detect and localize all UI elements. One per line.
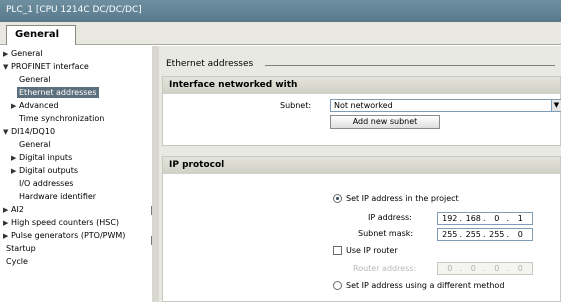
set-ip-different-method-label: Set IP address using a different method [346, 281, 505, 290]
sidebar-item-ethernet-addresses[interactable]: Ethernet addresses [17, 87, 99, 98]
router-octet: 0 [494, 264, 500, 273]
set-ip-in-project-label: Set IP address in the project [346, 194, 459, 203]
sidebar-item-label: Advanced [19, 101, 59, 110]
panel-title: Interface networked with [163, 77, 560, 94]
sidebar-item-digital-outputs[interactable]: ▶ Digital outputs [11, 165, 78, 176]
expand-icon[interactable]: ▶ [11, 101, 19, 112]
sidebar-item-label: Pulse generators (PTO/PWM) [11, 231, 126, 240]
sidebar-item-io-addresses[interactable]: I/O addresses [19, 178, 73, 189]
sidebar-item-label: High speed counters (HSC) [11, 218, 120, 227]
collapse-icon[interactable]: ▼ [3, 127, 11, 138]
subnet-label: Subnet: [280, 101, 312, 110]
ip-octet[interactable]: 192 [438, 213, 462, 224]
sidebar-item-cycle[interactable]: Cycle [6, 256, 28, 267]
chevron-down-icon[interactable]: ▼ [551, 100, 561, 111]
sidebar-item-profinet-interface[interactable]: ▼ PROFINET interface [3, 61, 89, 72]
sidebar-item-label: I/O addresses [19, 179, 74, 188]
sidebar-item-time-synchronization[interactable]: Time synchronization [19, 113, 104, 124]
sidebar-item-label: DI14/DQ10 [11, 127, 56, 136]
router-address-label: Router address: [353, 264, 417, 273]
sidebar-item-hsc[interactable]: ▶ High speed counters (HSC) [3, 217, 119, 228]
tab-strip: General [0, 22, 561, 45]
window-title: PLC_1 [CPU 1214C DC/DC/DC] [0, 0, 561, 22]
mask-octet[interactable]: 255 [462, 229, 486, 240]
sidebar-item-digital-inputs[interactable]: ▶ Digital inputs [11, 152, 72, 163]
ip-octet[interactable]: 168 [462, 213, 486, 224]
ip-address-label: IP address: [368, 213, 412, 222]
sidebar-item-label: General [19, 75, 51, 84]
expand-icon[interactable]: ▶ [3, 231, 11, 242]
router-octet: 0 [470, 264, 476, 273]
expand-icon[interactable]: ▶ [3, 205, 11, 216]
ip-address-field[interactable]: 192. 168. 0. 1 [437, 212, 533, 225]
sidebar-item-startup[interactable]: Startup [6, 243, 36, 254]
sidebar-item-label: Startup [6, 244, 36, 253]
subnet-mask-field[interactable]: 255. 255. 255. 0 [437, 228, 533, 241]
sidebar-item-advanced[interactable]: ▶ Advanced [11, 100, 59, 111]
properties-pane: Ethernet addresses Interface networked w… [159, 46, 561, 302]
ip-octet[interactable]: 0 [485, 213, 509, 224]
panel-title: IP protocol [163, 157, 560, 174]
subnet-mask-label: Subnet mask: [358, 229, 414, 238]
sidebar-item-ai2[interactable]: ▶ AI2 [3, 204, 24, 215]
sidebar-item-label: Hardware identifier [19, 192, 97, 201]
ip-protocol-panel: IP protocol Set IP address in the projec… [162, 156, 561, 302]
sidebar-item-label: General [11, 49, 43, 58]
section-divider [265, 65, 555, 66]
ip-octet[interactable]: 1 [509, 213, 533, 224]
sidebar-item-profinet-general[interactable]: General [19, 74, 51, 85]
sidebar-item-label: AI2 [11, 205, 24, 214]
property-tree: ▶ General ▼ PROFINET interface General Eth… [0, 46, 152, 302]
sidebar-item-pulse-generators[interactable]: ▶ Pulse generators (PTO/PWM) [3, 230, 125, 241]
add-subnet-button[interactable]: Add new subnet [330, 115, 440, 129]
interface-networked-panel: Interface networked with Subnet: Not net… [162, 76, 561, 146]
sidebar-item-label: Cycle [6, 257, 28, 266]
sidebar-item-label: Ethernet addresses [19, 88, 97, 97]
tab-general[interactable]: General [6, 25, 76, 45]
router-octet: 0 [447, 264, 453, 273]
pane-splitter[interactable] [152, 46, 159, 302]
use-ip-router-label: Use IP router [346, 246, 398, 255]
sidebar-item-hardware-identifier[interactable]: Hardware identifier [19, 191, 96, 202]
expand-icon[interactable]: ▶ [11, 166, 19, 177]
subnet-select[interactable]: Not networked ▼ [330, 99, 561, 112]
expand-icon[interactable]: ▶ [3, 49, 11, 60]
set-ip-in-project-radio[interactable] [333, 194, 342, 203]
sidebar-item-label: Time synchronization [19, 114, 105, 123]
sidebar-item-label: General [19, 140, 51, 149]
sidebar-item-di-general[interactable]: General [19, 139, 51, 150]
expand-icon[interactable]: ▶ [11, 153, 19, 164]
router-address-field: 0. 0. 0. 0 [437, 262, 533, 275]
expand-icon[interactable]: ▶ [3, 218, 11, 229]
collapse-icon[interactable]: ▼ [3, 62, 11, 73]
sidebar-item-label: Digital inputs [19, 153, 73, 162]
use-ip-router-checkbox[interactable] [333, 246, 342, 255]
router-octet: 0 [517, 264, 523, 273]
subnet-value: Not networked [334, 101, 393, 110]
sidebar-item-di14-dq10[interactable]: ▼ DI14/DQ10 [3, 126, 55, 137]
mask-octet[interactable]: 255 [438, 229, 462, 240]
set-ip-different-method-radio[interactable] [333, 281, 342, 290]
mask-octet[interactable]: 255 [485, 229, 509, 240]
sidebar-item-label: PROFINET interface [11, 62, 89, 71]
mask-octet[interactable]: 0 [509, 229, 533, 240]
sidebar-item-general[interactable]: ▶ General [3, 48, 43, 59]
sidebar-item-label: Digital outputs [19, 166, 79, 175]
section-title: Ethernet addresses [166, 59, 254, 69]
